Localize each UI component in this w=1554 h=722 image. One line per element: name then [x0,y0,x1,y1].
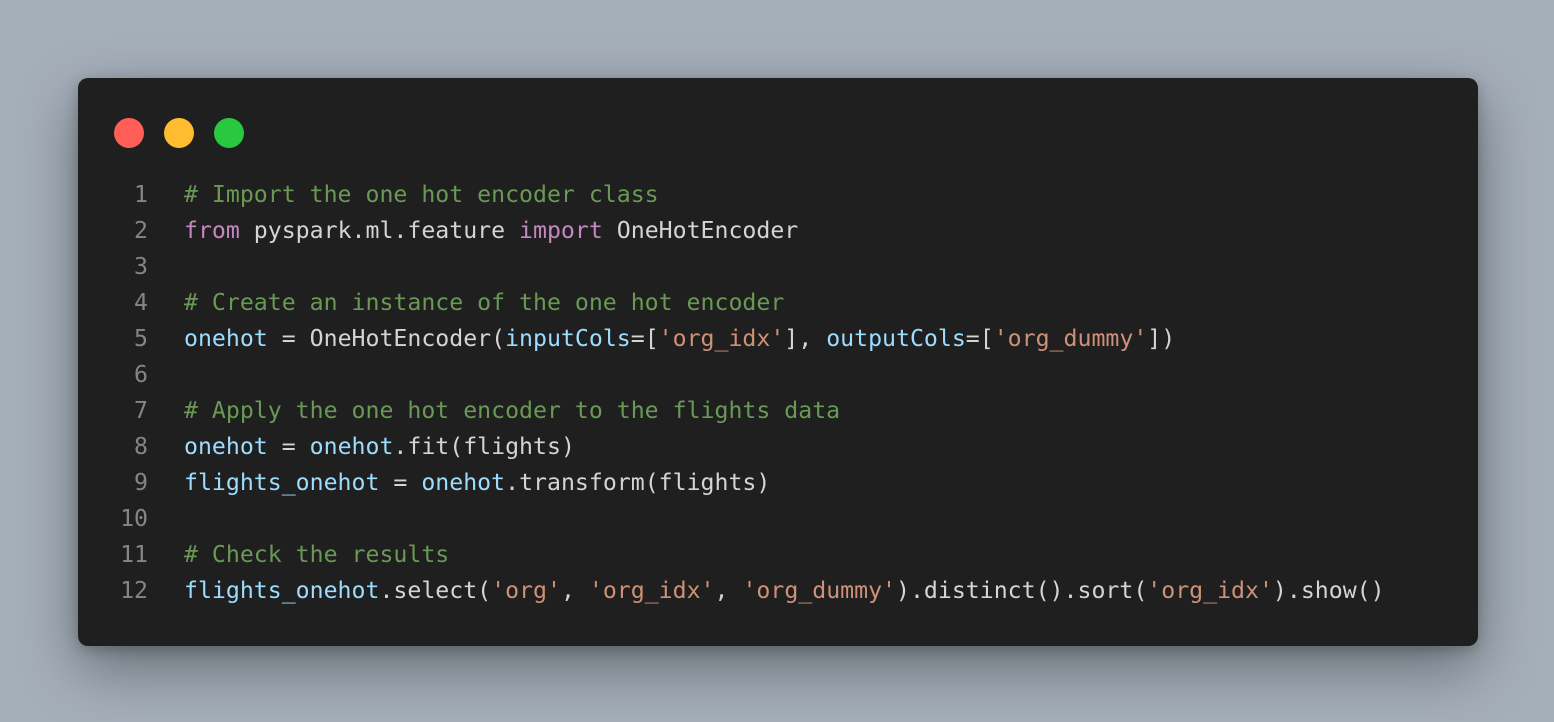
line-number: 8 [134,433,148,460]
code-text: flights_onehot.select('org', 'org_idx', … [184,573,1385,609]
code-text: flights_onehot = onehot.transform(flight… [184,465,770,501]
code-token-comment: # Apply the one hot encoder to the fligh… [184,397,841,424]
code-line: 10 [78,501,1478,537]
code-token-var: onehot [184,325,268,352]
code-token-plain: pyspark.ml.feature [239,217,520,244]
code-token-var: outputCols [826,325,966,352]
line-number: 3 [134,253,148,280]
line-number: 12 [120,577,148,604]
line-number: 9 [134,469,148,496]
code-token-string: 'org_idx' [1147,577,1273,604]
code-line: 3 [78,249,1478,285]
code-token-string: 'org_dummy' [993,325,1148,352]
code-token-var: flights_onehot [184,577,380,604]
code-token-keyword: import [519,217,603,244]
code-token-plain: .transform(flights) [505,469,771,496]
code-token-plain: , [560,577,589,604]
code-line: 5 onehot = OneHotEncoder(inputCols=['org_… [78,321,1478,357]
code-line: 6 [78,357,1478,393]
code-token-string: 'org_idx' [588,577,715,604]
code-token-comment: # Create an instance of the one hot enco… [184,289,785,316]
code-text: # Apply the one hot encoder to the fligh… [184,393,840,429]
code-text: onehot = OneHotEncoder(inputCols=['org_i… [184,321,1175,357]
code-text: # Check the results [184,537,449,573]
code-token-keyword: from [184,217,240,244]
line-number: 6 [134,361,148,388]
code-token-string: 'org' [491,577,561,604]
close-button[interactable] [114,118,144,148]
code-line: 2 from pyspark.ml.feature import OneHotEn… [78,213,1478,249]
code-token-plain: ], [784,325,827,352]
code-token-comment: # Check the results [184,541,450,568]
code-line: 9 flights_onehot = onehot.transform(fligh… [78,465,1478,501]
line-number: 1 [134,181,148,208]
code-token-comment: # Import the one hot encoder class [184,181,659,208]
code-token-string: 'org_dummy' [742,577,896,604]
code-token-var: inputCols [505,325,631,352]
line-number: 11 [120,541,148,568]
code-token-plain: ).show() [1272,577,1385,604]
code-token-plain: ]) [1147,325,1176,352]
code-token-plain: = OneHotEncoder( [267,325,506,352]
code-token-string: 'org_idx' [658,325,785,352]
code-line: 8 onehot = onehot.fit(flights) [78,429,1478,465]
code-token-plain: =[ [965,325,994,352]
code-token-plain: .select( [379,577,492,604]
code-token-var: onehot [309,433,394,460]
code-block: 1 # Import the one hot encoder class 2 from… [78,177,1478,609]
code-token-plain: , [714,577,743,604]
line-number: 10 [120,505,148,532]
line-number: 4 [134,289,148,316]
code-token-var: onehot [184,433,268,460]
minimize-button[interactable] [164,118,194,148]
maximize-button[interactable] [214,118,244,148]
line-number: 2 [134,217,148,244]
code-window: 1 # Import the one hot encoder class 2 from… [78,78,1478,646]
code-token-var: flights_onehot [184,469,380,496]
code-line: 1 # Import the one hot encoder class [78,177,1478,213]
code-token-plain: .fit(flights) [393,433,575,460]
code-line: 4 # Create an instance of the one hot enc… [78,285,1478,321]
code-token-plain: OneHotEncoder [602,217,799,244]
line-number: 7 [134,397,148,424]
code-text: # Import the one hot encoder class [184,177,659,213]
code-line: 7 # Apply the one hot encoder to the flig… [78,393,1478,429]
code-text: # Create an instance of the one hot enco… [184,285,784,321]
code-text: from pyspark.ml.feature import OneHotEnc… [184,213,798,249]
code-line: 12 flights_onehot.select('org', 'org_idx'… [78,573,1478,609]
code-token-plain: = [267,433,310,460]
code-line: 11 # Check the results [78,537,1478,573]
code-text: onehot = onehot.fit(flights) [184,429,575,465]
line-number: 5 [134,325,148,352]
code-token-var: onehot [421,469,506,496]
code-token-plain: =[ [630,325,659,352]
code-token-plain: = [379,469,422,496]
code-token-plain: ).distinct().sort( [896,577,1148,604]
